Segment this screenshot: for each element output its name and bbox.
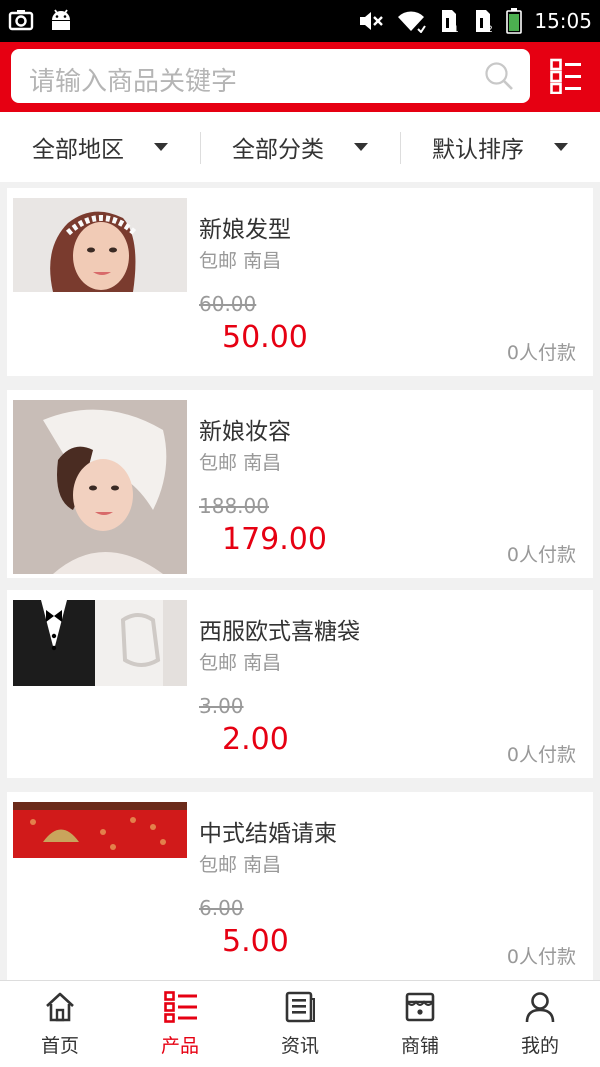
news-icon <box>285 991 315 1023</box>
original-price: 3.00 <box>199 694 244 718</box>
nav-shop-label: 商铺 <box>400 1035 439 1057</box>
nav-home[interactable]: 首页 <box>0 981 120 1067</box>
product-card[interactable]: 中式结婚请柬 包邮 南昌 6.00 5.00 0人付款 <box>7 792 593 980</box>
status-time: 15:05 <box>534 9 592 33</box>
screenshot-icon <box>8 10 34 31</box>
svg-text:2: 2 <box>487 25 493 34</box>
chevron-down-icon <box>554 143 568 151</box>
city-label: 南昌 <box>243 652 282 674</box>
top-header: 请输入商品关键字 <box>0 42 600 112</box>
nav-me-label: 我的 <box>520 1035 559 1057</box>
sold-count: 0人付款 <box>506 946 576 968</box>
product-title[interactable]: 新娘妆容 <box>199 412 291 446</box>
product-title[interactable]: 新娘发型 <box>199 210 291 244</box>
current-price: 179.00 <box>222 522 327 557</box>
battery-icon <box>506 8 523 34</box>
sold-count: 0人付款 <box>506 342 576 364</box>
product-meta: 包邮 南昌 <box>199 850 281 877</box>
original-price: 60.00 <box>199 292 257 316</box>
bottom-nav: 首页 产品 资讯 商铺 我的 <box>0 980 600 1067</box>
filter-region[interactable]: 全部地区 <box>0 112 200 182</box>
filter-category[interactable]: 全部分类 <box>200 112 400 182</box>
list-menu-icon[interactable] <box>550 58 582 94</box>
sim2-icon: 2 <box>476 10 493 34</box>
product-card[interactable]: 新娘妆容 包邮 南昌 188.00 179.00 0人付款 <box>7 390 593 578</box>
original-price: 188.00 <box>199 494 269 518</box>
product-meta: 包邮 南昌 <box>199 648 281 675</box>
city-label: 南昌 <box>243 854 282 876</box>
product-title[interactable]: 中式结婚请柬 <box>199 814 337 848</box>
nav-shop[interactable]: 商铺 <box>360 981 480 1067</box>
nav-products-label: 产品 <box>160 1035 199 1057</box>
mute-icon <box>360 12 384 30</box>
product-image[interactable] <box>13 400 187 574</box>
status-bar: 1 2 15:05 <box>0 0 600 42</box>
product-card[interactable]: 西服欧式喜糖袋 包邮 南昌 3.00 2.00 0人付款 <box>7 590 593 778</box>
filter-category-label: 全部分类 <box>232 137 324 163</box>
search-bar[interactable]: 请输入商品关键字 <box>11 49 530 103</box>
wifi-icon <box>398 11 427 33</box>
original-price: 6.00 <box>199 896 244 920</box>
product-image[interactable] <box>13 600 187 686</box>
product-list-icon <box>164 991 197 1023</box>
product-title[interactable]: 西服欧式喜糖袋 <box>199 612 360 646</box>
filter-region-label: 全部地区 <box>32 137 124 163</box>
nav-me[interactable]: 我的 <box>480 981 600 1067</box>
current-price: 50.00 <box>222 320 308 355</box>
home-icon <box>46 992 74 1022</box>
search-icon[interactable] <box>484 61 514 91</box>
sold-count: 0人付款 <box>506 744 576 766</box>
nav-products[interactable]: 产品 <box>120 981 240 1067</box>
shipping-label: 包邮 <box>199 854 238 876</box>
chevron-down-icon <box>354 143 368 151</box>
nav-news[interactable]: 资讯 <box>240 981 360 1067</box>
current-price: 5.00 <box>222 924 289 959</box>
chevron-down-icon <box>154 143 168 151</box>
search-placeholder: 请输入商品关键字 <box>29 67 238 97</box>
product-image[interactable] <box>13 198 187 292</box>
shipping-label: 包邮 <box>199 452 238 474</box>
product-meta: 包邮 南昌 <box>199 448 281 475</box>
android-icon <box>52 9 70 30</box>
city-label: 南昌 <box>243 452 282 474</box>
filter-sort[interactable]: 默认排序 <box>400 112 600 182</box>
nav-home-label: 首页 <box>40 1035 79 1057</box>
shipping-label: 包邮 <box>199 652 238 674</box>
city-label: 南昌 <box>243 250 282 272</box>
user-icon <box>525 992 555 1023</box>
nav-news-label: 资讯 <box>280 1035 319 1057</box>
product-image[interactable] <box>13 802 187 858</box>
filter-sort-label: 默认排序 <box>432 137 524 163</box>
filter-bar: 全部地区 全部分类 默认排序 <box>0 112 600 182</box>
product-card[interactable]: 新娘发型 包邮 南昌 60.00 50.00 0人付款 <box>7 188 593 376</box>
product-meta: 包邮 南昌 <box>199 246 281 273</box>
shipping-label: 包邮 <box>199 250 238 272</box>
shop-icon <box>405 992 435 1022</box>
sold-count: 0人付款 <box>506 544 576 566</box>
svg-text:1: 1 <box>453 25 459 34</box>
current-price: 2.00 <box>222 722 289 757</box>
sim1-icon: 1 <box>442 10 459 34</box>
